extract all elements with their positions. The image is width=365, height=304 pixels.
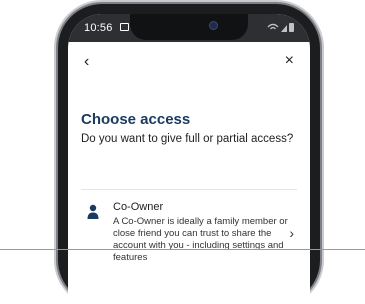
page-title: Choose access <box>81 111 191 128</box>
notification-icon <box>120 23 129 31</box>
divider <box>81 189 297 190</box>
chevron-right-icon: › <box>289 225 294 241</box>
option-description: A Co-Owner is ideally a family member or… <box>113 216 288 263</box>
phone-frame: 10:56 ‹ × Choose access Do you want to g… <box>58 4 320 304</box>
app-screen: 10:56 ‹ × Choose access Do you want to g… <box>68 14 310 304</box>
signal-battery-icon <box>267 23 294 32</box>
front-camera <box>210 22 217 29</box>
status-icons <box>266 21 296 33</box>
person-icon <box>87 204 99 219</box>
bottom-edge <box>0 249 365 250</box>
phone-notch <box>130 14 248 40</box>
status-time: 10:56 <box>84 22 113 34</box>
co-owner-option[interactable]: Co-Owner A Co-Owner is ideally a family … <box>68 194 310 274</box>
back-button[interactable]: ‹ <box>84 54 89 70</box>
close-button[interactable]: × <box>285 53 294 69</box>
option-title: Co-Owner <box>113 201 164 213</box>
page-subtitle: Do you want to give full or partial acce… <box>81 133 294 145</box>
